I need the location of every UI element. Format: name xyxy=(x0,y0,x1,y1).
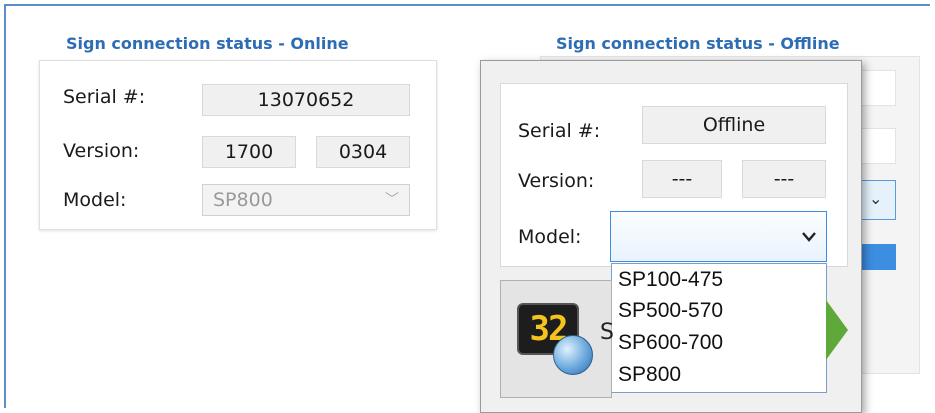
online-caption: Sign connection status - Online xyxy=(66,34,349,53)
online-serial-label: Serial #: xyxy=(63,86,146,108)
offline-serial-label: Serial #: xyxy=(518,120,601,142)
offline-model-label: Model: xyxy=(518,226,582,248)
online-serial-field: 13070652 xyxy=(202,84,410,116)
model-option[interactable]: SP800 xyxy=(618,363,681,387)
online-version-label: Version: xyxy=(63,140,140,162)
chevron-down-icon: ⌄ xyxy=(869,189,883,208)
model-dropdown-list[interactable]: SP100-475 SP500-570 SP600-700 SP800 xyxy=(611,263,827,393)
online-model-value: SP800 xyxy=(213,189,273,211)
globe-icon xyxy=(553,335,593,375)
offline-version-minor-field: --- xyxy=(742,160,826,198)
online-model-select: SP800 ﹀ xyxy=(202,184,410,216)
model-option[interactable]: SP500-570 xyxy=(618,299,723,323)
chevron-down-icon: ﹀ xyxy=(385,192,399,208)
next-arrow-icon[interactable] xyxy=(826,300,848,360)
offline-caption: Sign connection status - Offline xyxy=(556,34,840,53)
model-option[interactable]: SP100-475 xyxy=(618,268,723,292)
online-version-major-field: 1700 xyxy=(202,136,296,168)
offline-version-major-field: --- xyxy=(642,160,722,198)
online-model-label: Model: xyxy=(63,189,127,211)
button-label-fragment: S xyxy=(600,320,614,345)
model-option[interactable]: SP600-700 xyxy=(618,331,723,355)
offline-serial-field: Offline xyxy=(642,106,826,144)
chevron-down-icon xyxy=(802,232,816,242)
offline-model-select[interactable] xyxy=(610,211,827,262)
offline-version-label: Version: xyxy=(518,170,595,192)
online-version-minor-field: 0304 xyxy=(316,136,410,168)
